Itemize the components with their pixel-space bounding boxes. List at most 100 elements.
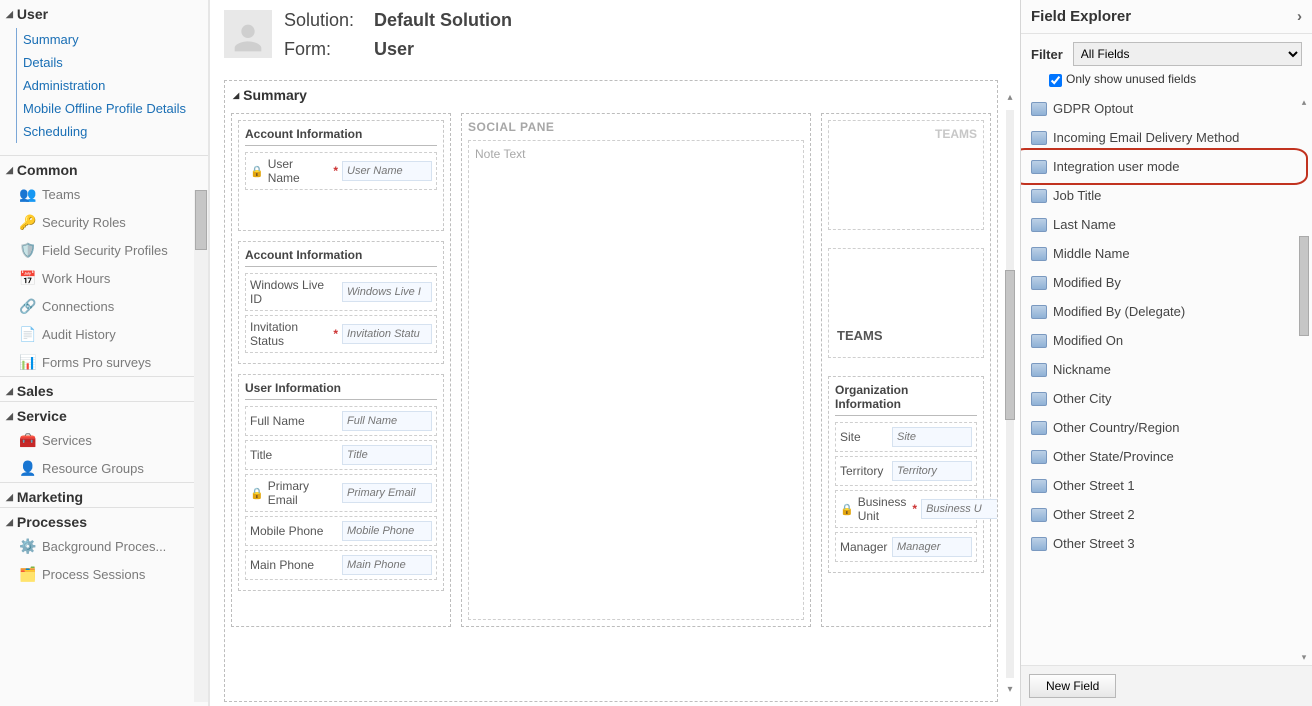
field-manager[interactable]: Manager xyxy=(835,532,977,562)
block-organization-information[interactable]: Organization Information Site Territory … xyxy=(828,376,984,573)
field-input-site[interactable] xyxy=(892,427,972,447)
nav-item-process-sessions[interactable]: 🗂️Process Sessions xyxy=(0,560,208,588)
field-list-item[interactable]: Last Name xyxy=(1021,210,1312,239)
nav-item-work-hours[interactable]: 📅Work Hours xyxy=(0,264,208,292)
field-label: Full Name xyxy=(250,414,338,428)
user-link-scheduling[interactable]: Scheduling xyxy=(17,120,208,143)
field-list-item[interactable]: Incoming Email Delivery Method xyxy=(1021,123,1312,152)
teams-subgrid-placeholder[interactable]: TEAMS xyxy=(828,120,984,230)
scroll-up-icon[interactable]: ▴ xyxy=(1298,96,1310,108)
nav-item-resource-groups[interactable]: 👤Resource Groups xyxy=(0,454,208,482)
field-list-item[interactable]: Other Country/Region xyxy=(1021,413,1312,442)
field-input-main-phone[interactable] xyxy=(342,555,432,575)
field-list-item[interactable]: Other Street 3 xyxy=(1021,529,1312,558)
field-list-item[interactable]: Job Title xyxy=(1021,181,1312,210)
field-list-item[interactable]: Modified By (Delegate) xyxy=(1021,297,1312,326)
field-list-scrollbar[interactable]: ▴ ▾ xyxy=(1298,96,1310,663)
lock-icon: 🔒 xyxy=(250,165,264,178)
field-user-name[interactable]: 🔒User Name* xyxy=(245,152,437,190)
nav-item-connections[interactable]: 🔗Connections xyxy=(0,292,208,320)
block-account-info-2[interactable]: Account Information Windows Live ID Invi… xyxy=(238,241,444,364)
field-input-business-unit[interactable] xyxy=(921,499,998,519)
field-list-item[interactable]: Other Street 2 xyxy=(1021,500,1312,529)
field-input-territory[interactable] xyxy=(892,461,972,481)
solution-line: Solution:Default Solution xyxy=(284,10,512,31)
field-list-item[interactable]: Other Street 1 xyxy=(1021,471,1312,500)
field-input-mobile-phone[interactable] xyxy=(342,521,432,541)
field-input-user-name[interactable] xyxy=(342,161,432,181)
field-site[interactable]: Site xyxy=(835,422,977,452)
scrollbar-thumb[interactable] xyxy=(1005,270,1015,420)
field-list-item[interactable]: Nickname xyxy=(1021,355,1312,384)
nav-group-sales[interactable]: Sales xyxy=(0,377,208,401)
field-icon xyxy=(1031,363,1047,377)
leftnav-scrollbar[interactable] xyxy=(194,190,208,702)
field-list-item[interactable]: Other State/Province xyxy=(1021,442,1312,471)
canvas-scrollbar[interactable]: ▴ ▾ xyxy=(1002,90,1018,698)
teams-subgrid[interactable]: TEAMS xyxy=(828,248,984,358)
nav-item-forms-pro[interactable]: 📊Forms Pro surveys xyxy=(0,348,208,376)
scrollbar-thumb[interactable] xyxy=(1299,236,1309,336)
nav-item-audit-history[interactable]: 📄Audit History xyxy=(0,320,208,348)
field-mobile-phone[interactable]: Mobile Phone xyxy=(245,516,437,546)
field-invitation-status[interactable]: Invitation Status* xyxy=(245,315,437,353)
entity-image-placeholder[interactable] xyxy=(224,10,272,58)
field-input-title[interactable] xyxy=(342,445,432,465)
section-column-left[interactable]: Account Information 🔒User Name* Account … xyxy=(231,113,451,627)
nav-group-user[interactable]: User xyxy=(0,0,208,24)
block-account-info-1[interactable]: Account Information 🔒User Name* xyxy=(238,120,444,231)
nav-group-processes[interactable]: Processes xyxy=(0,508,208,532)
nav-item-services[interactable]: 🧰Services xyxy=(0,426,208,454)
section-header-summary[interactable]: Summary xyxy=(225,81,997,107)
field-list-item[interactable]: Modified By xyxy=(1021,268,1312,297)
block-title: Organization Information xyxy=(835,383,977,416)
nav-item-security-roles[interactable]: 🔑Security Roles xyxy=(0,208,208,236)
nav-group-marketing[interactable]: Marketing xyxy=(0,483,208,507)
field-list-item[interactable]: Other City xyxy=(1021,384,1312,413)
chevron-right-icon[interactable]: › xyxy=(1297,8,1302,25)
new-field-button[interactable]: New Field xyxy=(1029,674,1116,698)
nav-group-service[interactable]: Service xyxy=(0,402,208,426)
field-main-phone[interactable]: Main Phone xyxy=(245,550,437,580)
field-business-unit[interactable]: 🔒Business Unit* xyxy=(835,490,977,528)
nav-item-field-security[interactable]: 🛡️Field Security Profiles xyxy=(0,236,208,264)
field-list-item[interactable]: Integration user mode xyxy=(1021,152,1312,181)
nav-item-teams[interactable]: 👥Teams xyxy=(0,180,208,208)
section-column-middle[interactable]: SOCIAL PANE Note Text xyxy=(461,113,811,627)
section-column-right[interactable]: TEAMS TEAMS Organization Information Sit… xyxy=(821,113,991,627)
field-label: Mobile Phone xyxy=(250,524,338,538)
field-input-full-name[interactable] xyxy=(342,411,432,431)
notes-control[interactable]: Note Text xyxy=(468,140,804,620)
scroll-up-icon[interactable]: ▴ xyxy=(1002,90,1018,106)
field-full-name[interactable]: Full Name xyxy=(245,406,437,436)
required-mark: * xyxy=(333,327,338,341)
field-list-item[interactable]: GDPR Optout xyxy=(1021,94,1312,123)
only-unused-checkbox[interactable] xyxy=(1049,74,1062,87)
field-input-primary-email[interactable] xyxy=(342,483,432,503)
field-list-item[interactable]: Middle Name xyxy=(1021,239,1312,268)
field-primary-email[interactable]: 🔒Primary Email xyxy=(245,474,437,512)
field-windows-live-id[interactable]: Windows Live ID xyxy=(245,273,437,311)
field-title[interactable]: Title xyxy=(245,440,437,470)
scroll-down-icon[interactable]: ▾ xyxy=(1298,651,1310,663)
user-link-mobile-offline[interactable]: Mobile Offline Profile Details xyxy=(17,97,208,120)
scrollbar-thumb[interactable] xyxy=(195,190,207,250)
field-territory[interactable]: Territory xyxy=(835,456,977,486)
nav-item-background-processes[interactable]: ⚙️Background Proces... xyxy=(0,532,208,560)
field-list-item-label: Modified By xyxy=(1053,275,1121,290)
field-icon xyxy=(1031,392,1047,406)
filter-select[interactable]: All Fields xyxy=(1073,42,1302,66)
field-input-invitation-status[interactable] xyxy=(342,324,432,344)
user-link-administration[interactable]: Administration xyxy=(17,74,208,97)
block-user-information[interactable]: User Information Full Name Title 🔒Primar… xyxy=(238,374,444,591)
field-input-wlid[interactable] xyxy=(342,282,432,302)
field-list-item[interactable]: Modified On xyxy=(1021,326,1312,355)
nav-item-label: Process Sessions xyxy=(42,567,145,582)
user-link-details[interactable]: Details xyxy=(17,51,208,74)
field-input-manager[interactable] xyxy=(892,537,972,557)
scroll-down-icon[interactable]: ▾ xyxy=(1002,682,1018,698)
nav-group-common[interactable]: Common xyxy=(0,156,208,180)
form-body[interactable]: Summary Account Information 🔒User Name* … xyxy=(224,80,998,702)
person-silhouette-icon xyxy=(228,18,268,58)
user-link-summary[interactable]: Summary xyxy=(17,28,208,51)
